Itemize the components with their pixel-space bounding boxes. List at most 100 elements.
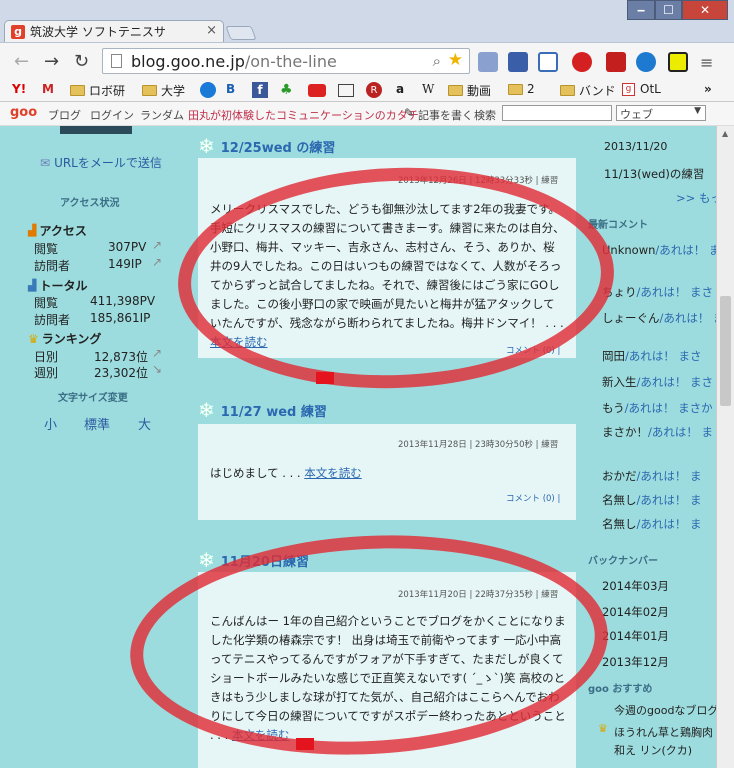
s-extension-icon[interactable] [668, 52, 688, 72]
comment-item[interactable]: ちょり/あれは！ まさ [602, 284, 713, 300]
wikipedia-bookmark-icon[interactable]: W [422, 82, 434, 96]
search-label: 検索 [474, 109, 496, 122]
post-body-box: 2013年12月26日 | 12時33分33秒 | 練習 メリークリスマスでした… [198, 158, 576, 358]
rakuten-bookmark-icon[interactable]: R [366, 82, 382, 98]
gmail-extension-icon[interactable] [606, 52, 626, 72]
fontsize-normal[interactable]: 標準 [84, 414, 110, 433]
comment-item[interactable]: 新入生/あれは！ まさ [602, 374, 713, 390]
backnumber-link[interactable]: 2014年03月 [602, 578, 669, 594]
browser-tab[interactable]: g 筑波大学 ソフトテニスサ × [4, 20, 224, 42]
tv-bookmark-icon[interactable] [338, 84, 354, 97]
comment-link[interactable]: コメント (0) | [506, 342, 560, 361]
recommend-item[interactable]: ほうれん草と鶏胸肉 [614, 724, 713, 740]
fontsize-large[interactable]: 大 [138, 414, 151, 433]
folder-icon [560, 85, 575, 96]
page-scrollbar[interactable]: ▲ [716, 126, 734, 768]
yahoo-bookmark-icon[interactable]: Y! [12, 82, 26, 96]
chevron-down-icon: ▼ [694, 106, 701, 116]
goo-link-login[interactable]: ログイン [90, 107, 134, 123]
fontsize-small[interactable]: 小 [44, 414, 57, 433]
window-extension-icon[interactable] [538, 52, 558, 72]
circle-extension-icon[interactable] [636, 52, 656, 72]
more-bookmarks-button[interactable]: » [704, 82, 712, 96]
comment-item[interactable]: しょーぐん/あれは！ ま [602, 310, 716, 326]
goo-favicon-icon: g [622, 83, 635, 96]
read-more-link[interactable]: 本文を読む [210, 335, 268, 349]
mail-icon: ✉ [40, 155, 51, 170]
post-excerpt: メリークリスマスでした、どうも御無沙汰してます2年の我妻です。手短にクリスマスの… [210, 202, 565, 349]
maximize-button[interactable]: ☐ [655, 0, 682, 20]
bookmark-icon-green[interactable]: ♣ [280, 82, 293, 98]
trend-up-icon: ↗ [152, 346, 163, 360]
goo-link-blog[interactable]: ブログ [48, 107, 81, 123]
post-body-box: 2013年11月20日 | 22時37分35秒 | 練習 こんばんはー 1年の自… [198, 572, 576, 768]
comment-item[interactable]: 名無し/あれは！ ま [602, 516, 702, 532]
forward-icon[interactable]: → [44, 51, 59, 72]
more-posts-link[interactable]: >> もっ [676, 190, 716, 206]
access-title: ▟ アクセス [28, 224, 87, 238]
comment-item[interactable]: Unknown/あれは！ まさか！ [602, 242, 716, 258]
recommend-item[interactable]: 今週のgoodなブログ [614, 702, 716, 718]
chart-icon: ▟ [28, 224, 37, 237]
comment-item[interactable]: まさか！/あれは！ ま [602, 424, 713, 440]
post-meta: 2013年11月20日 | 22時37分35秒 | 練習 [398, 590, 559, 600]
bookmark-otl[interactable]: g OtL [622, 82, 661, 96]
fontsize-heading: 文字サイズ変更 [58, 393, 128, 404]
new-tab-button[interactable] [225, 26, 257, 40]
backnumber-link[interactable]: 2013年12月 [602, 654, 669, 670]
minimize-button[interactable]: ‒ [627, 0, 655, 20]
google-extension-icon[interactable] [478, 52, 498, 72]
tab-close-icon[interactable]: × [206, 23, 217, 38]
youtube-bookmark-icon[interactable] [308, 84, 326, 97]
bookmark-folder-robo[interactable]: ロボ研 [70, 82, 125, 99]
read-more-link[interactable]: 本文を読む [232, 728, 290, 742]
bookmark-icon-blue[interactable] [200, 82, 216, 98]
read-more-link[interactable]: 本文を読む [304, 466, 362, 480]
scrollbar-thumb[interactable] [720, 296, 731, 406]
close-window-button[interactable]: ✕ [682, 0, 728, 20]
post-title[interactable]: ❄ 12/25wed の練習 [198, 134, 335, 158]
bookmark-folder-daigaku[interactable]: 大学 [142, 82, 185, 99]
goo-header-bar: goo ブログ ログイン ランダム 田丸が初体験したコミュニケーションのカタチ … [0, 102, 734, 126]
comment-item[interactable]: もう/あれは！ まさか [602, 400, 713, 416]
recent-post-link[interactable]: 11/13(wed)の練習 [604, 166, 704, 182]
goo-link-random[interactable]: ランダム [140, 107, 184, 123]
goo-promo-link[interactable]: 田丸が初体験したコミュニケーションのカタチ [188, 107, 419, 123]
facebook-bookmark-icon[interactable]: f [252, 82, 268, 98]
post-excerpt: はじめまして . . . 本文を読む [210, 466, 362, 480]
gmail-bookmark-icon[interactable]: M [42, 82, 54, 96]
access-visitor-value: 149IP [108, 257, 142, 271]
total-view-label: 閲覧 [34, 296, 59, 310]
bookmark-folder-2[interactable]: 2 [508, 82, 535, 96]
menu-icon[interactable]: ≡ [700, 53, 713, 72]
comment-item[interactable]: おかだ/あれは！ ま [602, 468, 702, 484]
total-view-value: 411,398PV [90, 294, 156, 308]
blog-page: ✉ URLをメールで送信 アクセス状況 ▟ アクセス 閲覧 307PV ↗ 訪問者… [0, 126, 716, 768]
post-title[interactable]: ❄ 11/27 wed 練習 [198, 398, 327, 422]
address-bar[interactable]: blog.goo.ne.jp/on-the-line ⌕ ★ [102, 48, 470, 74]
back-icon[interactable]: ← [14, 51, 29, 72]
bookmark-icon-b[interactable]: B [226, 82, 235, 96]
reload-icon[interactable]: ↻ [74, 51, 89, 72]
scroll-up-icon[interactable]: ▲ [722, 129, 728, 138]
backnumber-link[interactable]: 2014年01月 [602, 628, 669, 644]
stop-extension-icon[interactable] [572, 52, 592, 72]
url-mail-link[interactable]: ✉ URLをメールで送信 [40, 154, 162, 171]
comment-item[interactable]: 岡田/あれは！ まさ [602, 348, 702, 364]
recommend-item[interactable]: 和え リン(クカ) [614, 742, 692, 758]
comment-item[interactable]: 名無し/あれは！ ま [602, 492, 702, 508]
write-article-link[interactable]: 記事を書く [418, 107, 473, 123]
goo-search-input[interactable] [502, 105, 612, 121]
star-icon[interactable]: ★ [448, 50, 463, 70]
bookmark-folder-douga[interactable]: 動画 [448, 82, 491, 99]
bookmark-folder-band[interactable]: バンド [560, 82, 616, 99]
amazon-bookmark-icon[interactable]: a [396, 82, 404, 96]
recent-comments-heading: 最新コメント [588, 220, 648, 231]
search-icon[interactable]: ⌕ [433, 52, 441, 70]
goo-search-select[interactable]: ウェブ ▼ [616, 105, 706, 121]
backnumber-link[interactable]: 2014年02月 [602, 604, 669, 620]
puzzle-extension-icon[interactable] [508, 52, 528, 72]
post-title[interactable]: ❄ 11月20日練習 [198, 548, 309, 572]
goo-logo[interactable]: goo [10, 105, 37, 120]
comment-link[interactable]: コメント (0) | [506, 490, 560, 509]
